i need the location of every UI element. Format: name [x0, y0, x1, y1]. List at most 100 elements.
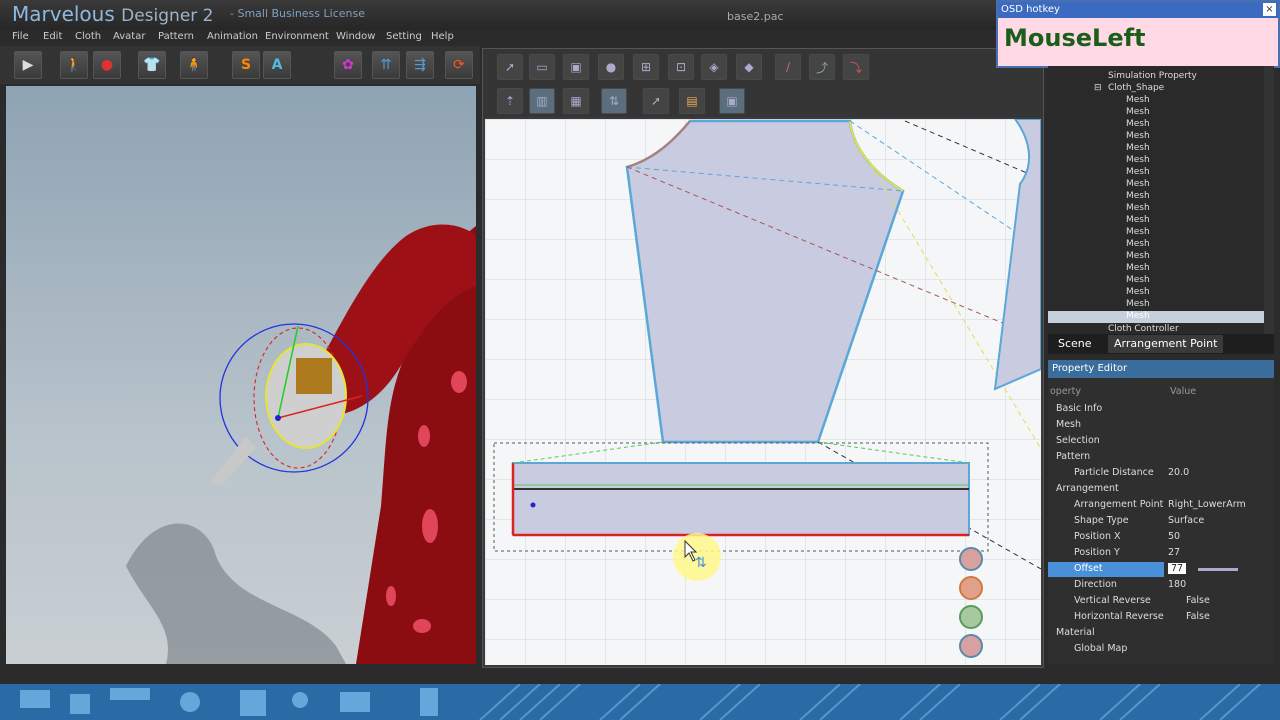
circle-tool-button[interactable]: ●: [598, 54, 624, 80]
tree-mesh[interactable]: Mesh: [1126, 143, 1150, 153]
tree-mesh[interactable]: Mesh: [1126, 155, 1150, 165]
arrange-all-button[interactable]: ⇶: [406, 51, 434, 79]
prop-position-y[interactable]: Position Y 27: [1048, 546, 1260, 561]
arrange-button[interactable]: ⇈: [372, 51, 400, 79]
scene-tree-scrollbar[interactable]: [1264, 66, 1274, 334]
prop-horizontal-reverse[interactable]: Horizontal Reverse False: [1048, 610, 1260, 625]
osd-hotkey-label: MouseLeft: [1004, 24, 1146, 52]
dart-button[interactable]: ◈: [701, 54, 727, 80]
tree-cloth-shape[interactable]: Cloth_Shape: [1108, 83, 1164, 93]
tree-mesh[interactable]: Mesh: [1126, 215, 1150, 225]
construction-line-5: [904, 120, 1041, 180]
prop-selection[interactable]: Selection: [1048, 434, 1260, 449]
tree-cloth-controller[interactable]: Cloth Controller: [1108, 324, 1179, 334]
cloth-button[interactable]: 👕: [138, 51, 166, 79]
prop-vertical-reverse[interactable]: Vertical Reverse False: [1048, 594, 1260, 609]
walk-icon: 🚶: [65, 57, 83, 73]
tree-mesh[interactable]: Mesh: [1126, 287, 1150, 297]
texture-button[interactable]: ▤: [679, 88, 705, 114]
texture-icon: ▤: [686, 94, 698, 108]
tree-mesh[interactable]: Mesh: [1126, 131, 1150, 141]
tree-mesh[interactable]: Mesh: [1126, 95, 1150, 105]
prop-pattern[interactable]: Pattern: [1048, 450, 1260, 465]
record-button[interactable]: ●: [93, 51, 121, 79]
tree-mesh[interactable]: Mesh: [1126, 179, 1150, 189]
prop-material[interactable]: Material: [1048, 626, 1260, 641]
prop-mesh[interactable]: Mesh: [1048, 418, 1260, 433]
prop-particle-distance[interactable]: Particle Distance 20.0: [1048, 466, 1260, 481]
edit-pattern-button[interactable]: ➚: [497, 54, 523, 80]
menu-file[interactable]: File: [12, 31, 29, 42]
internal-rect-button[interactable]: ⊞: [633, 54, 659, 80]
pattern-canvas[interactable]: ⇅: [485, 119, 1041, 665]
menu-pattern[interactable]: Pattern: [158, 31, 194, 42]
transform-pattern-button[interactable]: ▭: [529, 54, 555, 80]
tree-mesh[interactable]: Mesh: [1126, 107, 1150, 117]
walk-button[interactable]: 🚶: [60, 51, 88, 79]
fold-icon: ▥: [536, 94, 548, 108]
menu-cloth[interactable]: Cloth: [75, 31, 101, 42]
menu-setting[interactable]: Setting: [386, 31, 422, 42]
tree-mesh-selected[interactable]: Mesh: [1126, 311, 1150, 321]
tree-mesh[interactable]: Mesh: [1126, 239, 1150, 249]
reset-button[interactable]: ⟳: [445, 51, 473, 79]
tree-mesh[interactable]: Mesh: [1126, 299, 1150, 309]
tree-mesh[interactable]: Mesh: [1126, 203, 1150, 213]
menu-edit[interactable]: Edit: [43, 31, 62, 42]
dart-icon: ◈: [709, 60, 719, 74]
property-editor: Property Editor operty Value Basic Info …: [1048, 360, 1274, 664]
prop-arrangement[interactable]: Arrangement: [1048, 482, 1260, 497]
prop-global-map[interactable]: Global Map: [1048, 642, 1260, 657]
tree-mesh[interactable]: Mesh: [1126, 263, 1150, 273]
menu-help[interactable]: Help: [431, 31, 454, 42]
offset-input[interactable]: 77: [1168, 563, 1187, 574]
tree-mesh[interactable]: Mesh: [1126, 167, 1150, 177]
seam-select-button[interactable]: ⇡: [497, 88, 523, 114]
prop-direction[interactable]: Direction 180: [1048, 578, 1260, 593]
prop-shape-type[interactable]: Shape Type Surface: [1048, 514, 1260, 529]
menu-environment[interactable]: Environment: [265, 31, 329, 42]
menu-animation[interactable]: Animation: [207, 31, 258, 42]
prop-basic-info[interactable]: Basic Info: [1048, 402, 1260, 417]
tack-button[interactable]: ⤵: [843, 54, 869, 80]
prop-offset[interactable]: Offset 77: [1048, 562, 1260, 577]
play-button[interactable]: ▶: [14, 51, 42, 79]
fold-button[interactable]: ▥: [529, 88, 555, 114]
select-pattern-button[interactable]: ➚: [643, 88, 669, 114]
tree-mesh[interactable]: Mesh: [1126, 119, 1150, 129]
polygon-button[interactable]: ◆: [736, 54, 762, 80]
body-pattern-partial: [993, 119, 1041, 391]
s-button[interactable]: S: [232, 51, 260, 79]
tree-mesh[interactable]: Mesh: [1126, 275, 1150, 285]
menu-avatar[interactable]: Avatar: [113, 31, 145, 42]
tree-mesh[interactable]: Mesh: [1126, 191, 1150, 201]
circle-icon: ●: [605, 60, 617, 74]
tree-mesh[interactable]: Mesh: [1126, 227, 1150, 237]
tree-mesh[interactable]: Mesh: [1126, 251, 1150, 261]
avatar-button[interactable]: 🧍: [180, 51, 208, 79]
tree-simulation-property[interactable]: Simulation Property: [1108, 71, 1197, 81]
sewing-button[interactable]: ∕: [775, 54, 801, 80]
osd-hotkey-panel: OSD hotkey × MouseLeft: [996, 0, 1280, 68]
arrangement-button[interactable]: ⇅: [601, 88, 627, 114]
free-sewing-button[interactable]: ⤴: [809, 54, 835, 80]
tab-scene[interactable]: Scene: [1052, 335, 1098, 353]
screenshot-button[interactable]: ▣: [719, 88, 745, 114]
offset-slider[interactable]: [1198, 568, 1238, 571]
rectangle-tool-button[interactable]: ▣: [563, 54, 589, 80]
osd-close-button[interactable]: ×: [1263, 3, 1276, 16]
tree-toggle-icon[interactable]: ⊟: [1094, 83, 1102, 93]
arrange-all-icon: ⇶: [414, 57, 426, 73]
molecule-button[interactable]: ✿: [334, 51, 362, 79]
symmetry-button[interactable]: ▦: [563, 88, 589, 114]
menu-window[interactable]: Window: [336, 31, 375, 42]
prop-position-x[interactable]: Position X 50: [1048, 530, 1260, 545]
tab-arrangement-point[interactable]: Arrangement Point: [1108, 335, 1224, 353]
footer-banner: [0, 684, 1280, 720]
prop-arrangement-point[interactable]: Arrangement Point Right_LowerArm: [1048, 498, 1260, 513]
avatar-icon: 🧍: [185, 57, 203, 73]
internal-polygon-button[interactable]: ⊡: [668, 54, 694, 80]
a-button[interactable]: A: [263, 51, 291, 79]
3d-viewport[interactable]: [6, 86, 476, 664]
sewing-icon: ∕: [785, 60, 791, 74]
